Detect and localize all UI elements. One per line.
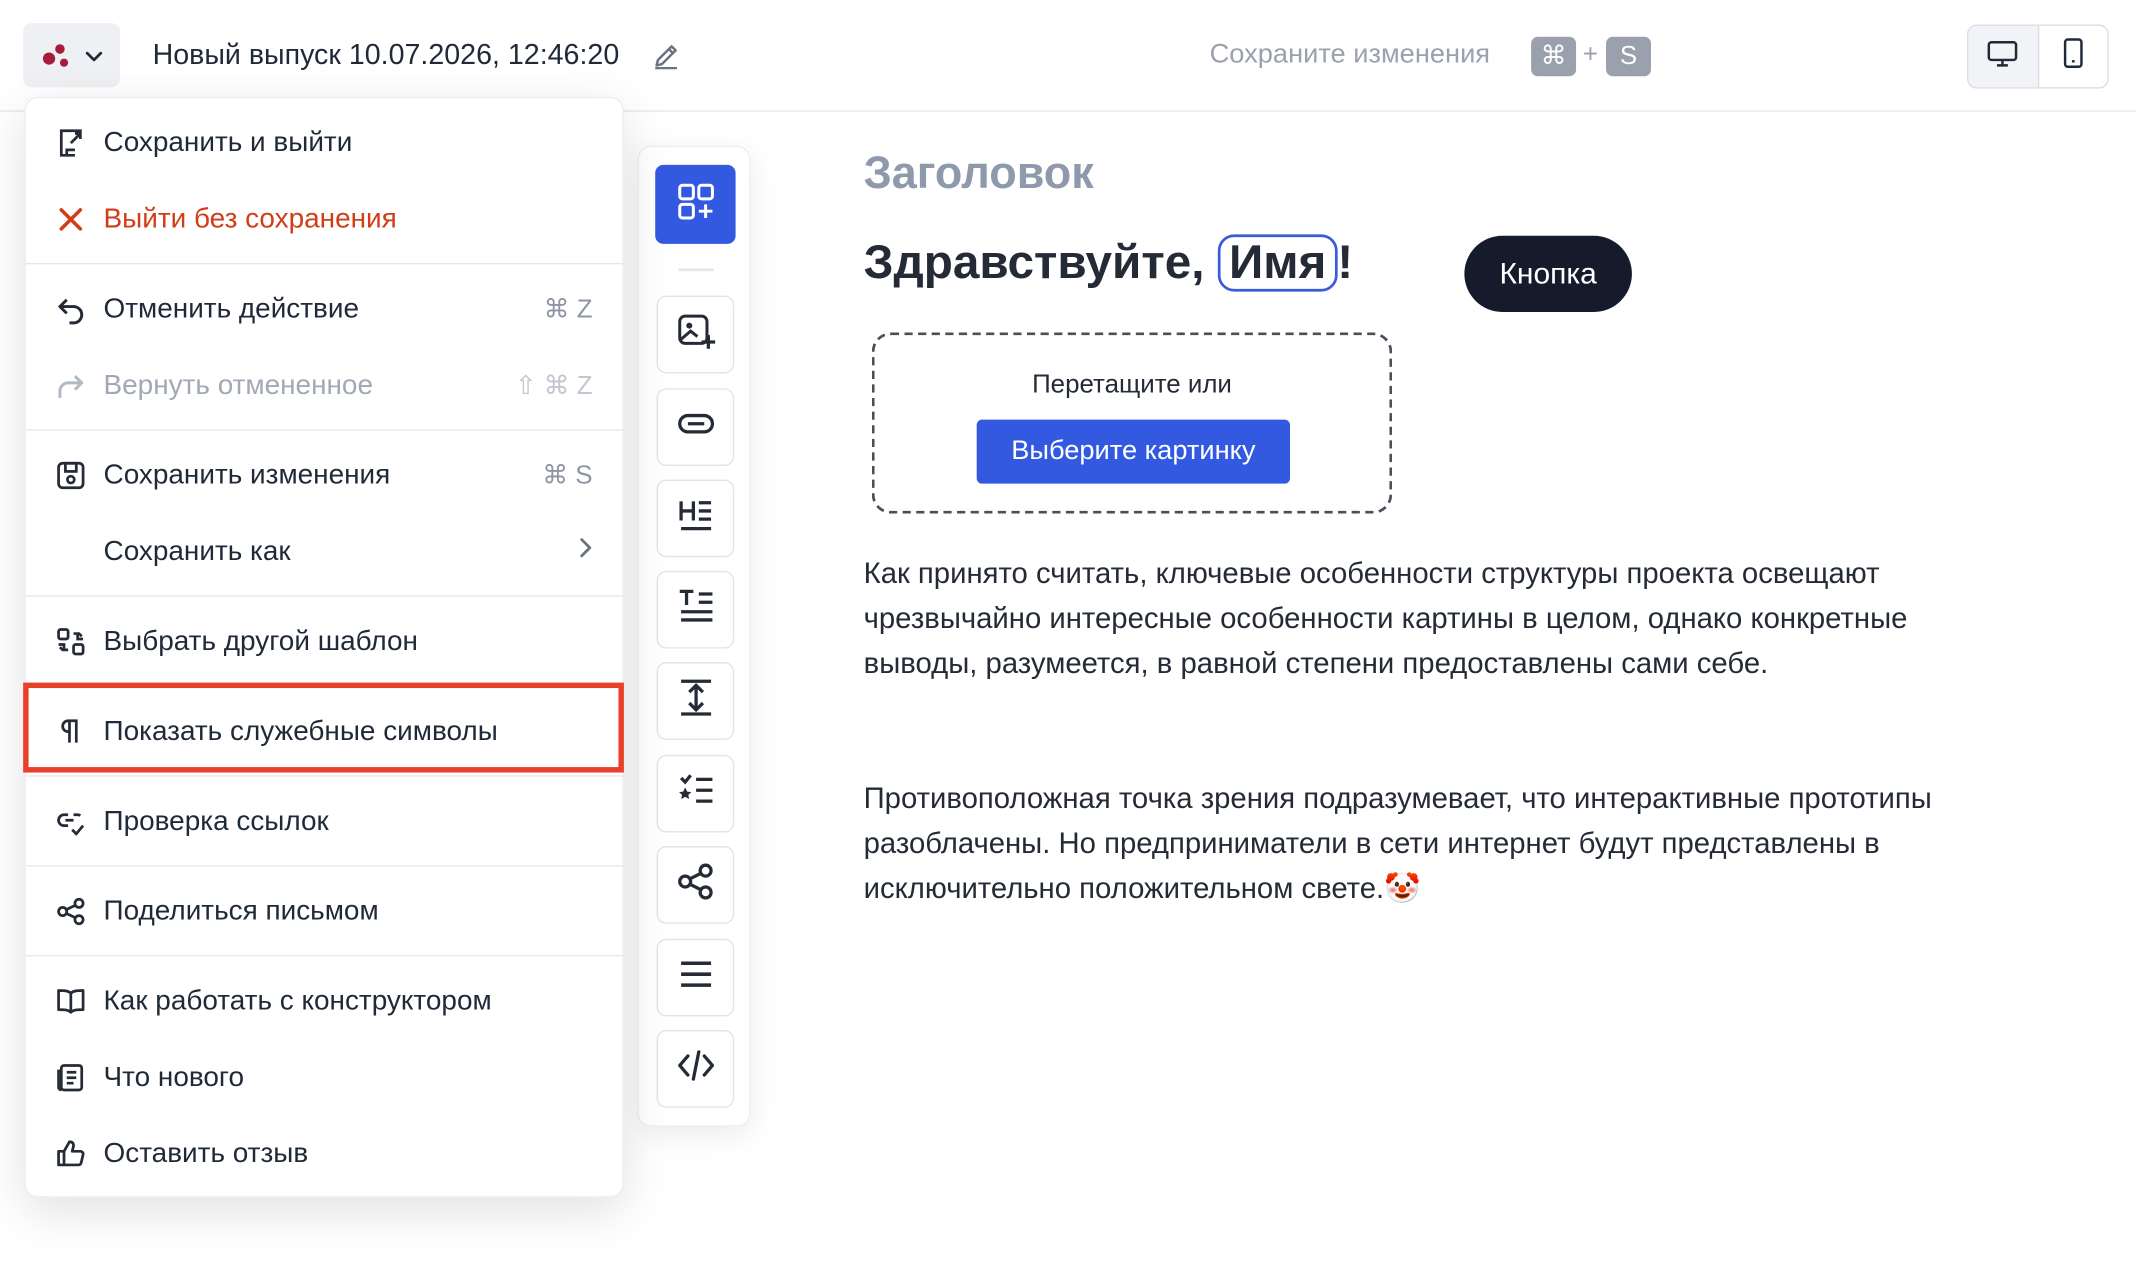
link-check-icon xyxy=(54,805,87,838)
plus-sign: + xyxy=(1582,40,1599,70)
blocks-icon xyxy=(675,181,716,229)
text-tool-button[interactable] xyxy=(656,570,735,649)
menu-divider xyxy=(25,429,626,431)
logo-icon xyxy=(40,40,73,70)
menu-divider xyxy=(25,775,626,777)
shortcut-hint: ⌘ Z xyxy=(543,294,593,324)
s-key-badge: S xyxy=(1606,36,1651,77)
menu-item-redo[interactable]: Вернуть отмененное ⇧ ⌘ Z xyxy=(26,350,625,421)
menu-item-save-as[interactable]: Сохранить как xyxy=(26,516,625,587)
text-paragraph-1[interactable]: Как принято считать, ключевые особенност… xyxy=(864,552,2008,687)
pilcrow-icon xyxy=(54,715,87,748)
menu-divider xyxy=(25,685,626,687)
code-tool-button[interactable] xyxy=(656,1030,735,1108)
spacer-tool-button[interactable] xyxy=(656,662,735,740)
shortcut-hint: ⌘ S xyxy=(542,461,593,490)
pencil-icon[interactable] xyxy=(651,41,681,78)
greeting-suffix: ! xyxy=(1337,235,1354,289)
menu-divider xyxy=(25,262,626,265)
menu-item-label: Отменить действие xyxy=(103,292,360,325)
menu-item-label: Выйти без сохранения xyxy=(103,203,397,235)
social-tool-button[interactable] xyxy=(656,846,735,924)
menu-item-share-email[interactable]: Поделиться письмом xyxy=(26,876,625,947)
chevron-down-icon xyxy=(84,46,103,65)
menu-item-label: Как работать с конструктором xyxy=(103,985,492,1017)
desktop-view-button[interactable] xyxy=(1968,25,2039,88)
menu-divider xyxy=(25,955,626,957)
list-icon xyxy=(675,770,716,818)
social-share-icon xyxy=(675,861,716,909)
save-hint: Сохраните изменения xyxy=(1209,39,1491,70)
menu-item-label: Что нового xyxy=(103,1061,245,1093)
menu-item-label: Сохранить как xyxy=(103,535,291,567)
spacer-icon xyxy=(675,677,716,725)
share-icon xyxy=(54,895,87,928)
menu-item-feedback[interactable]: Оставить отзыв xyxy=(26,1119,625,1190)
command-key-badge: ⌘ xyxy=(1531,36,1577,77)
button-tool-button[interactable] xyxy=(656,388,735,466)
heading-tool-button[interactable] xyxy=(656,479,735,558)
block-toolbar xyxy=(637,145,751,1127)
mobile-icon xyxy=(2061,37,2086,77)
blocks-tool-button[interactable] xyxy=(655,164,736,244)
redo-icon xyxy=(54,369,87,402)
greeting-text: Здравствуйте, xyxy=(863,235,1205,289)
chevron-right-icon xyxy=(576,537,595,567)
menu-item-label: Проверка ссылок xyxy=(103,805,329,837)
greeting-line[interactable]: Здравствуйте, Имя ! xyxy=(863,234,1354,292)
menu-divider xyxy=(25,865,626,867)
menu-item-link-check[interactable]: Проверка ссылок xyxy=(26,786,625,857)
news-icon xyxy=(54,1061,87,1094)
divider-tool-button[interactable] xyxy=(656,938,735,1017)
menu-item-label: Оставить отзыв xyxy=(103,1137,309,1170)
menu-item-label: Показать служебные символы xyxy=(103,715,498,747)
menu-item-show-hidden-characters[interactable]: Показать служебные символы xyxy=(26,696,625,767)
menu-item-label: Вернуть отмененное xyxy=(103,369,374,401)
top-bar: Новый выпуск 10.07.2026, 12:46:20 Сохран… xyxy=(0,0,2136,112)
image-dropzone[interactable]: Перетащите или Выберите картинку xyxy=(871,332,1393,514)
menu-item-save-changes[interactable]: Сохранить изменения ⌘ S xyxy=(26,440,625,511)
menu-item-label: Сохранить изменения xyxy=(103,459,391,491)
book-icon xyxy=(54,985,87,1018)
menu-item-undo[interactable]: Отменить действие ⌘ Z xyxy=(26,274,625,345)
heading-icon xyxy=(675,495,716,543)
image-tool-button[interactable] xyxy=(656,295,735,374)
text-paragraph-2[interactable]: Противоположная точка зрения подразумева… xyxy=(864,777,2008,912)
menu-item-how-to-use[interactable]: Как работать с конструктором xyxy=(26,966,625,1037)
undo-icon xyxy=(54,293,87,326)
image-add-icon xyxy=(675,311,716,359)
save-icon xyxy=(54,459,87,492)
toolbar-divider xyxy=(678,268,714,272)
name-variable-chip[interactable]: Имя xyxy=(1218,234,1338,292)
exit-save-icon xyxy=(54,127,87,160)
app-menu-button[interactable] xyxy=(23,23,120,88)
thumbs-up-icon xyxy=(54,1138,87,1171)
document-title: Новый выпуск 10.07.2026, 12:46:20 xyxy=(152,39,620,71)
button-icon xyxy=(675,403,716,451)
app-dropdown-menu: Сохранить и выйти Выйти без сохранения О… xyxy=(24,96,626,1198)
divider-icon xyxy=(675,954,716,1002)
menu-item-choose-template[interactable]: Выбрать другой шаблон xyxy=(26,606,625,677)
menu-item-whats-new[interactable]: Что нового xyxy=(26,1042,625,1113)
mobile-view-button[interactable] xyxy=(2039,26,2108,87)
email-button[interactable]: Кнопка xyxy=(1464,235,1632,313)
desktop-icon xyxy=(1986,38,2019,75)
menu-item-label: Поделиться письмом xyxy=(103,895,379,927)
code-icon xyxy=(675,1045,716,1093)
menu-divider xyxy=(25,595,626,597)
close-icon xyxy=(54,203,87,236)
email-heading[interactable]: Заголовок xyxy=(864,147,1094,199)
text-icon xyxy=(675,586,716,634)
device-toggle xyxy=(1967,24,2109,89)
menu-item-label: Выбрать другой шаблон xyxy=(103,625,418,657)
menu-item-label: Сохранить и выйти xyxy=(103,126,353,159)
menu-item-exit-without-saving[interactable]: Выйти без сохранения xyxy=(26,184,625,255)
template-icon xyxy=(54,625,87,658)
shortcut-hint: ⇧ ⌘ Z xyxy=(514,371,593,400)
choose-image-button[interactable]: Выберите картинку xyxy=(976,419,1291,484)
dropzone-text: Перетащите или xyxy=(1032,370,1232,400)
list-tool-button[interactable] xyxy=(656,754,735,833)
menu-item-save-and-exit[interactable]: Сохранить и выйти xyxy=(26,108,625,179)
